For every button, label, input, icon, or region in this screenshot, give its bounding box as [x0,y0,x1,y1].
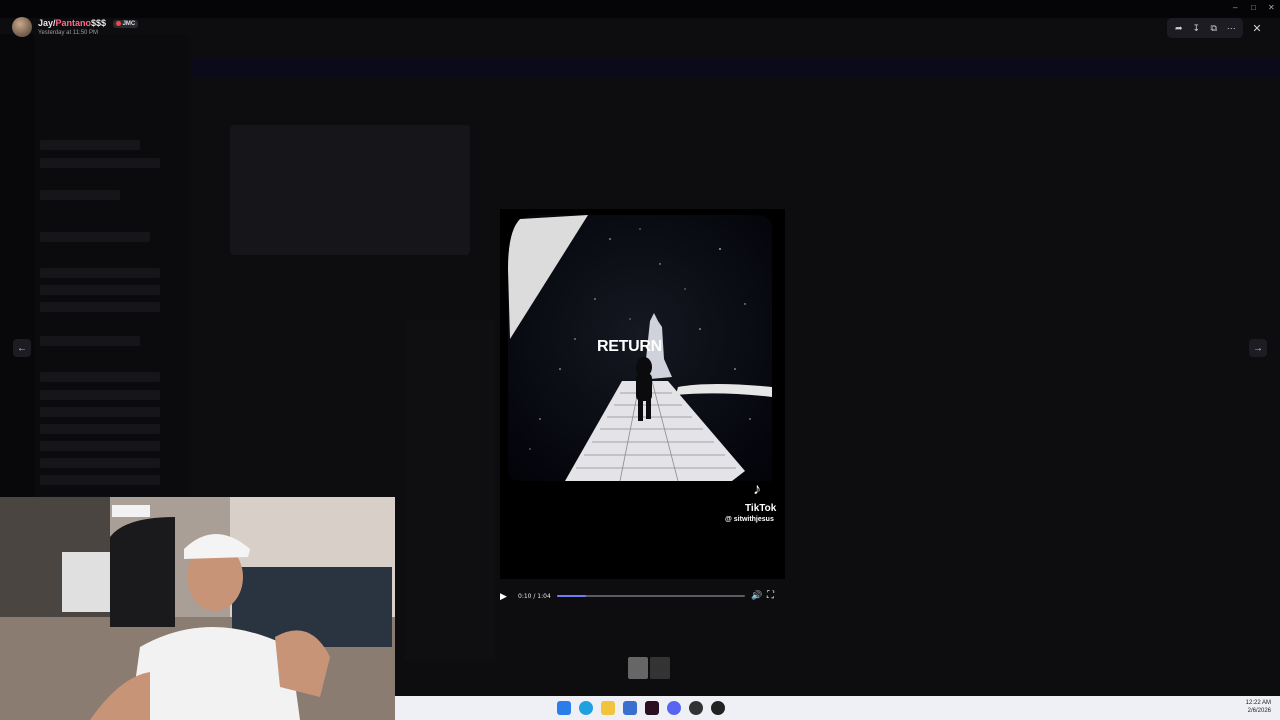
tag-dot-icon [115,20,121,26]
more-icon[interactable]: ⋯ [1224,21,1238,35]
chat-image [405,320,495,660]
channel-placeholder [40,424,160,434]
edge-icon[interactable] [579,701,593,715]
channel-placeholder [40,458,160,468]
author-name[interactable]: Jay/Pantano$$$ JMC [38,18,139,28]
channel-placeholder [40,475,160,485]
volume-icon[interactable]: 🔊 [751,590,762,601]
play-icon[interactable]: ▶ [500,591,510,601]
app-icon[interactable] [645,701,659,715]
watermark-handle: @ sitwithjesus [725,516,774,523]
progress-fill [557,595,587,597]
server-tag-label: JMC [122,20,136,27]
download-icon[interactable]: ↧ [1189,21,1203,35]
clock-date: 2/6/2026 [1247,708,1271,714]
channel-placeholder [40,140,140,150]
channel-placeholder [40,302,160,312]
channel-placeholder [40,441,160,451]
arrow-right-icon[interactable]: → [1249,339,1267,357]
media-viewer-header: Jay/Pantano$$$ JMC Yesterday at 11:50 PM… [0,0,1280,56]
taskbar: 12:22 AM 2/6/2026 [395,696,1280,720]
webcam-overlay [0,497,395,720]
media-icon[interactable] [711,701,725,715]
channel-placeholder [40,190,120,200]
webcam-feed [0,497,395,720]
avatar[interactable] [12,17,32,37]
channel-placeholder [40,285,160,295]
walking-figure [636,373,652,401]
channel-placeholder [40,232,150,242]
walking-figure [646,399,651,419]
thumbnail[interactable] [628,657,648,679]
thumbnail-strip [628,657,670,679]
channel-placeholder [40,336,140,346]
watermark-brand: TikTok [745,503,777,514]
author-name-part: Jay/ [38,18,56,28]
video-controls: ▶ 0:10 / 1:04 🔊 ⛶ [497,588,783,604]
channel-placeholder [40,268,160,278]
progress-bar[interactable] [557,595,745,597]
walking-figure [638,399,643,421]
channel-placeholder [40,372,160,382]
file-explorer-icon[interactable] [601,701,615,715]
channel-placeholder [40,158,160,168]
chat-image [230,125,470,255]
channel-placeholder [40,390,160,400]
tiktok-icon: ♪ [753,481,761,498]
arrow-left-icon[interactable]: ← [13,339,31,357]
channel-placeholder [40,407,160,417]
open-external-icon[interactable]: ⧉ [1207,21,1221,35]
media-toolbar: ➦ ↧ ⧉ ⋯ [1167,18,1243,38]
share-icon[interactable]: ➦ [1172,21,1186,35]
video-overlay-text: RETURN [597,338,662,355]
app2-icon[interactable] [689,701,703,715]
thumbnail[interactable] [650,657,670,679]
video-player[interactable]: RETURN ♪ TikTok @ sitwithjesus [500,209,785,579]
author-name-part: $$$ [91,18,107,28]
server-tag-badge: JMC [112,19,139,28]
author-name-part: Pantano [55,18,92,28]
windows-start-icon[interactable] [557,701,571,715]
clock-time: 12:22 AM [1245,700,1271,706]
discord-icon[interactable] [667,701,681,715]
message-timestamp: Yesterday at 11:50 PM [38,30,99,36]
store-icon[interactable] [623,701,637,715]
notice-banner [192,58,1280,78]
time-display: 0:10 / 1:04 [518,593,551,600]
fullscreen-icon[interactable]: ⛶ [767,590,774,601]
taskbar-clock[interactable]: 12:22 AM 2/6/2026 [1246,699,1271,715]
close-icon[interactable]: ✕ [1250,21,1264,35]
